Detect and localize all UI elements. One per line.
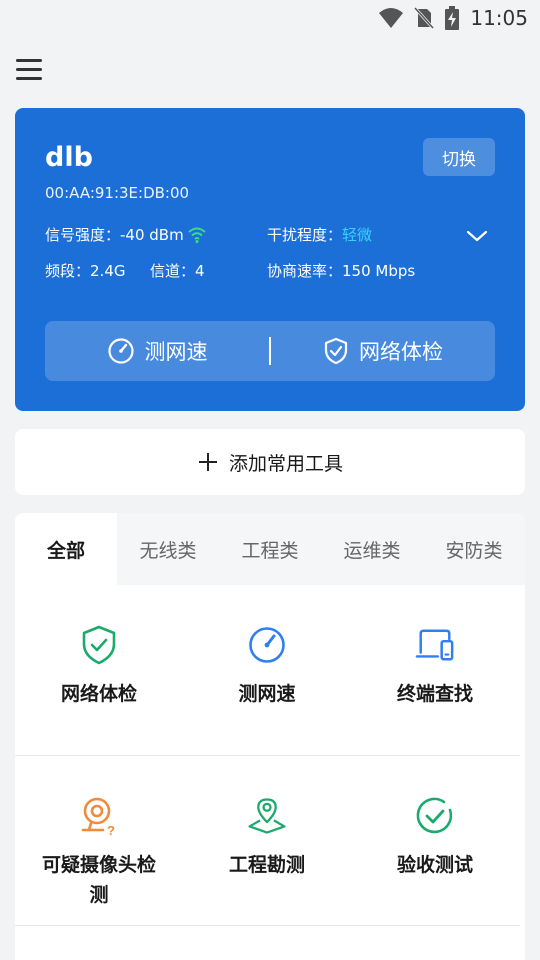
- tab-all[interactable]: 全部: [15, 513, 117, 585]
- tab-wireless[interactable]: 无线类: [117, 513, 219, 585]
- link-rate-row: 协商速率： 150 Mbps: [267, 260, 415, 281]
- speed-test-button[interactable]: 测网速: [45, 321, 269, 381]
- tab-security[interactable]: 安防类: [423, 513, 525, 585]
- tool-label: 验收测试: [396, 854, 473, 876]
- shield-check-icon: [79, 625, 119, 665]
- category-tabs: 全部 无线类 工程类 运维类 安防类: [15, 513, 525, 585]
- row-divider: [15, 925, 520, 926]
- tab-engineering[interactable]: 工程类: [219, 513, 321, 585]
- channel-value: 4: [195, 261, 205, 280]
- wifi-signal-icon: [378, 7, 404, 29]
- add-common-tools-button[interactable]: 添加常用工具: [15, 429, 525, 495]
- mac-address: 00:AA:91:3E:DB:00: [45, 184, 190, 202]
- tool-label: 可疑摄像头检测: [41, 854, 156, 906]
- tools-row: 网络体检 测网速 终端查找: [15, 625, 525, 709]
- tool-suspicious-camera[interactable]: ? 可疑摄像头检测: [15, 796, 183, 910]
- status-bar: 11:05: [0, 0, 540, 36]
- tool-label: 网络体检: [60, 683, 137, 705]
- tool-site-survey[interactable]: 工程勘测: [183, 796, 351, 910]
- channel-row: 信道： 4: [150, 260, 205, 281]
- tools-row: ? 可疑摄像头检测 工程勘测 验收测试: [15, 796, 525, 910]
- tab-operations[interactable]: 运维类: [321, 513, 423, 585]
- no-sim-icon: [414, 7, 435, 29]
- chevron-down-icon[interactable]: [465, 224, 489, 248]
- card-actions: 测网速 网络体检: [45, 321, 495, 381]
- speedometer-icon: [107, 337, 135, 365]
- interference-row: 干扰程度： 轻微: [267, 224, 372, 245]
- signal-strength-row: 信号强度： -40 dBm: [45, 224, 206, 245]
- status-time: 11:05: [470, 6, 528, 30]
- shield-check-icon: [323, 337, 349, 365]
- speedometer-icon: [247, 625, 287, 665]
- network-check-button[interactable]: 网络体检: [271, 321, 495, 381]
- tool-label: 终端查找: [396, 683, 473, 705]
- band-row: 频段： 2.4G: [45, 260, 126, 281]
- devices-icon: [415, 625, 455, 665]
- channel-label: 信道：: [150, 262, 196, 280]
- app-bar: [0, 36, 540, 102]
- plus-icon: [197, 451, 219, 473]
- tool-acceptance-test[interactable]: 验收测试: [351, 796, 519, 910]
- band-label: 频段：: [45, 262, 91, 280]
- wifi-ssid: dlb: [45, 142, 93, 173]
- link-rate-label: 协商速率：: [267, 262, 343, 280]
- band-value: 2.4G: [90, 261, 126, 280]
- map-pin-icon: [247, 796, 287, 836]
- link-rate-value: 150 Mbps: [342, 261, 416, 280]
- svg-text:?: ?: [107, 823, 115, 836]
- camera-question-icon: ?: [79, 796, 119, 836]
- wifi-strength-icon: [188, 227, 206, 243]
- switch-network-button[interactable]: 切换: [423, 138, 495, 176]
- signal-strength-label: 信号强度：: [45, 226, 121, 244]
- tools-panel: 全部 无线类 工程类 运维类 安防类 网络体检 测网速 终端查找 ? 可疑摄像头…: [15, 513, 525, 960]
- network-check-label: 网络体检: [359, 340, 443, 364]
- tool-device-finder[interactable]: 终端查找: [351, 625, 519, 709]
- wifi-info-card: dlb 00:AA:91:3E:DB:00 切换 信号强度： -40 dBm 干…: [15, 108, 525, 411]
- check-circle-icon: [415, 796, 455, 836]
- tool-speed-test[interactable]: 测网速: [183, 625, 351, 709]
- tool-label: 工程勘测: [228, 854, 305, 876]
- battery-charging-icon: [444, 6, 460, 30]
- interference-value: 轻微: [342, 226, 373, 244]
- interference-label: 干扰程度：: [267, 226, 343, 244]
- tool-network-check[interactable]: 网络体检: [15, 625, 183, 709]
- signal-strength-value: -40 dBm: [120, 225, 184, 244]
- speed-test-label: 测网速: [144, 340, 208, 364]
- tool-label: 测网速: [238, 683, 296, 705]
- hamburger-menu-icon[interactable]: [16, 55, 44, 83]
- add-common-tools-label: 添加常用工具: [228, 452, 343, 475]
- row-divider: [15, 755, 520, 756]
